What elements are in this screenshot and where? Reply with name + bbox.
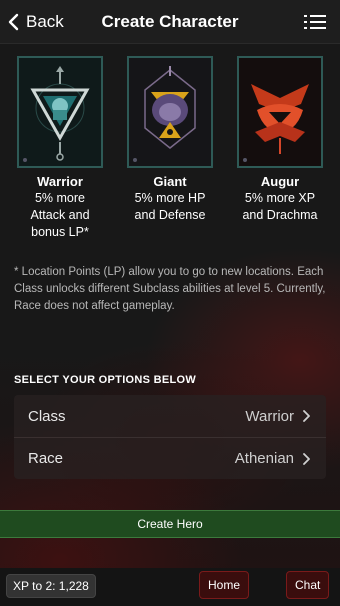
list-icon bbox=[304, 15, 326, 29]
augur-emblem bbox=[237, 56, 323, 168]
class-cards: Warrior 5% more Attack and bonus LP* Gia… bbox=[0, 56, 340, 246]
class-desc-line: and Drachma bbox=[242, 208, 318, 222]
option-value: Athenian bbox=[234, 450, 294, 467]
chevron-right-icon bbox=[303, 410, 310, 422]
page-title: Create Character bbox=[101, 12, 239, 31]
class-name: Warrior bbox=[37, 174, 83, 189]
options-heading: SELECT YOUR OPTIONS BELOW bbox=[14, 374, 197, 386]
list-menu-button[interactable] bbox=[304, 13, 326, 31]
top-bar: Back Create Character bbox=[0, 0, 340, 44]
race-option-row[interactable]: Race Athenian bbox=[14, 437, 326, 479]
class-desc-line: bonus LP* bbox=[31, 225, 89, 239]
class-desc-line: 5% more HP bbox=[134, 191, 206, 205]
bottom-bar: XP to 2: 1,228 Home Chat bbox=[0, 568, 340, 606]
chevron-right-icon bbox=[303, 452, 310, 465]
class-option-row[interactable]: Class Warrior bbox=[14, 395, 326, 437]
option-label: Race bbox=[28, 450, 64, 467]
class-desc-line: Attack and bbox=[30, 208, 90, 222]
class-name: Augur bbox=[260, 174, 300, 189]
home-button[interactable]: Home bbox=[199, 571, 250, 599]
option-value: Warrior bbox=[245, 407, 294, 425]
chat-button[interactable]: Chat bbox=[286, 571, 330, 599]
class-desc-line: 5% more XP bbox=[244, 191, 316, 205]
class-desc-line: 5% more bbox=[34, 191, 86, 205]
create-hero-button[interactable]: Create Hero bbox=[0, 510, 340, 538]
class-card-augur[interactable]: Augur 5% more XP and Drachma bbox=[225, 56, 335, 224]
warrior-emblem bbox=[17, 56, 103, 168]
option-label: Class bbox=[28, 407, 66, 425]
giant-emblem bbox=[127, 56, 213, 168]
class-card-giant[interactable]: Giant 5% more HP and Defense bbox=[115, 56, 225, 224]
class-card-warrior[interactable]: Warrior 5% more Attack and bonus LP* bbox=[5, 56, 115, 241]
xp-badge: XP to 2: 1,228 bbox=[6, 574, 96, 598]
class-desc-line: and Defense bbox=[134, 208, 206, 222]
location-points-note: * Location Points (LP) allow you to go t… bbox=[14, 266, 326, 312]
class-name: Giant bbox=[153, 174, 187, 189]
options-list: Class Warrior Race Athenian bbox=[14, 395, 326, 479]
